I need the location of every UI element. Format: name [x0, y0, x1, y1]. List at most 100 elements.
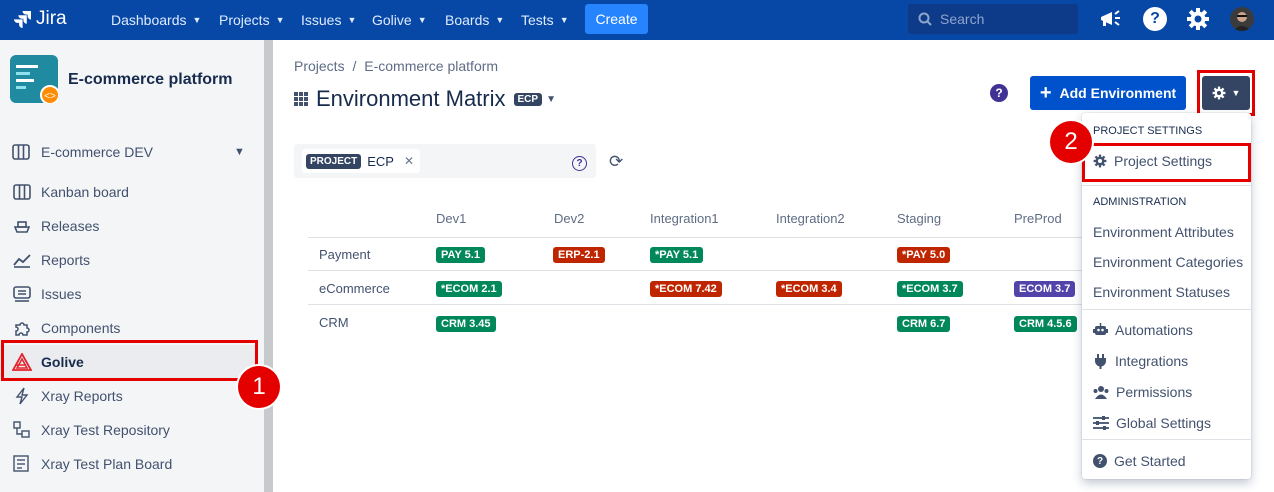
menu-item-get-started[interactable]: ? Get Started	[1093, 453, 1186, 469]
refresh-icon[interactable]: ⟳	[609, 152, 623, 172]
kanban-icon	[12, 182, 32, 202]
search-icon	[918, 12, 932, 26]
menu-section-header: PROJECT SETTINGS	[1093, 125, 1203, 137]
issues-icon	[12, 284, 32, 304]
divider	[308, 304, 1084, 305]
create-button[interactable]: Create	[585, 4, 648, 34]
search-input[interactable]: Search	[908, 4, 1078, 34]
page-help-icon[interactable]: ?	[990, 84, 1008, 102]
column-header: Dev1	[436, 211, 467, 226]
plug-icon	[1095, 353, 1106, 369]
chevron-down-icon: ▼	[192, 15, 202, 25]
breadcrumb-project[interactable]: E-commerce platform	[364, 58, 498, 74]
version-badge[interactable]: *PAY 5.0	[897, 247, 951, 263]
user-avatar[interactable]	[1230, 7, 1254, 31]
menu-item-global-settings[interactable]: Global Settings	[1093, 415, 1211, 431]
chart-line-icon	[12, 250, 32, 270]
menu-item-label: Integrations	[1115, 353, 1189, 369]
filter-chip-project[interactable]: PROJECT ECP ✕	[302, 149, 421, 173]
version-badge[interactable]: CRM 6.7	[897, 316, 951, 332]
puzzle-icon	[12, 318, 32, 338]
sidebar-item-label: Components	[41, 320, 121, 336]
step-badge-2: 2	[1050, 121, 1092, 163]
menu-item-environment-attributes[interactable]: Environment Attributes	[1093, 224, 1234, 240]
project-key-tag: ECP	[513, 92, 543, 106]
menu-item-label: Global Settings	[1116, 415, 1211, 431]
nav-dashboards[interactable]: Dashboards ▼	[111, 0, 201, 40]
version-badge[interactable]: *ECOM 3.4	[776, 281, 842, 297]
nav-issues[interactable]: Issues ▼	[301, 0, 356, 40]
nav-boards-label: Boards	[445, 12, 490, 28]
sidebar-item-releases[interactable]: Releases	[0, 209, 258, 243]
repository-icon	[12, 420, 32, 440]
nav-boards[interactable]: Boards ▼	[445, 0, 504, 40]
version-badge[interactable]: CRM 3.45	[436, 316, 496, 332]
sidebar-item-label: Issues	[41, 286, 82, 302]
project-switcher[interactable]: ECP ▼	[513, 92, 556, 106]
column-header: Dev2	[554, 211, 585, 226]
nav-tests[interactable]: Tests ▼	[521, 0, 569, 40]
menu-item-environment-categories[interactable]: Environment Categories	[1093, 254, 1243, 270]
sidebar-item-issues[interactable]: Issues	[0, 277, 258, 311]
filter-chip-value: ECP	[367, 153, 394, 169]
menu-item-integrations[interactable]: Integrations	[1093, 353, 1188, 369]
filter-help-icon[interactable]: ?	[572, 156, 587, 171]
nav-golive[interactable]: Golive ▼	[372, 0, 427, 40]
version-badge[interactable]: *ECOM 3.7	[897, 281, 963, 297]
version-badge[interactable]: CRM 4.5.6	[1014, 316, 1077, 332]
megaphone-icon[interactable]	[1098, 8, 1122, 35]
robot-icon	[1093, 323, 1108, 335]
plus-icon: +	[1039, 82, 1052, 104]
highlight-box-settings-button	[1197, 70, 1255, 116]
sidebar-item-xray-test-plan-board[interactable]: Xray Test Plan Board	[0, 447, 258, 481]
jira-logo[interactable]: Jira	[14, 8, 67, 30]
settings-gear-icon[interactable]	[1186, 7, 1210, 36]
row-label: CRM	[319, 315, 349, 330]
version-badge[interactable]: *ECOM 7.42	[650, 281, 722, 297]
menu-item-label: Get Started	[1114, 453, 1186, 469]
row-label: Payment	[319, 247, 371, 262]
sidebar-item-kanban-board[interactable]: Kanban board	[0, 175, 258, 209]
project-name: E-commerce platform	[68, 71, 233, 88]
column-header: Integration2	[776, 211, 845, 226]
chevron-down-icon: ▼	[546, 93, 556, 105]
nav-tests-label: Tests	[521, 12, 554, 28]
highlight-box-project-settings	[1082, 143, 1251, 182]
users-icon	[1093, 386, 1109, 399]
ship-icon	[12, 216, 32, 236]
step-badge-1: 1	[238, 366, 280, 408]
board-selector-label: E-commerce DEV	[41, 144, 154, 160]
jira-logo-icon	[14, 11, 31, 28]
sidebar-item-xray-test-repository[interactable]: Xray Test Repository	[0, 413, 258, 447]
grid-icon	[294, 92, 308, 106]
sidebar-item-xray-reports[interactable]: Xray Reports	[0, 379, 258, 413]
add-environment-button[interactable]: + Add Environment	[1030, 76, 1186, 110]
filter-bar[interactable]: PROJECT ECP ✕ ?	[294, 144, 596, 178]
sidebar-item-reports[interactable]: Reports	[0, 243, 258, 277]
filter-chip-label: PROJECT	[306, 153, 362, 169]
highlight-box-golive	[1, 340, 258, 381]
svg-text:<>: <>	[44, 91, 56, 102]
menu-item-label: Permissions	[1116, 384, 1193, 400]
menu-item-automations[interactable]: Automations	[1093, 322, 1193, 338]
close-icon[interactable]: ✕	[404, 154, 414, 168]
help-icon[interactable]: ?	[1143, 7, 1167, 31]
version-badge[interactable]: ECOM 3.7	[1014, 281, 1076, 297]
board-selector[interactable]: E-commerce DEV ▼	[12, 140, 252, 164]
breadcrumb-projects[interactable]: Projects	[294, 58, 345, 74]
menu-item-environment-statuses[interactable]: Environment Statuses	[1093, 284, 1230, 300]
column-header: PreProd	[1014, 211, 1062, 226]
menu-item-permissions[interactable]: Permissions	[1093, 384, 1192, 400]
nav-golive-label: Golive	[372, 12, 412, 28]
version-badge[interactable]: PAY 5.1	[436, 247, 485, 263]
sidebar-item-label: Releases	[41, 218, 100, 234]
version-badge[interactable]: ERP-2.1	[553, 247, 605, 263]
version-badge[interactable]: *ECOM 2.1	[436, 281, 502, 297]
divider	[1082, 185, 1251, 186]
search-placeholder: Search	[940, 11, 985, 27]
sidebar-scrollbar[interactable]	[264, 40, 273, 492]
nav-projects[interactable]: Projects ▼	[219, 0, 285, 40]
version-badge[interactable]: *PAY 5.1	[650, 247, 704, 263]
chevron-down-icon: ▼	[417, 15, 427, 25]
top-navigation-bar: Jira Dashboards ▼ Projects ▼ Issues ▼ Goliv…	[0, 0, 1274, 40]
